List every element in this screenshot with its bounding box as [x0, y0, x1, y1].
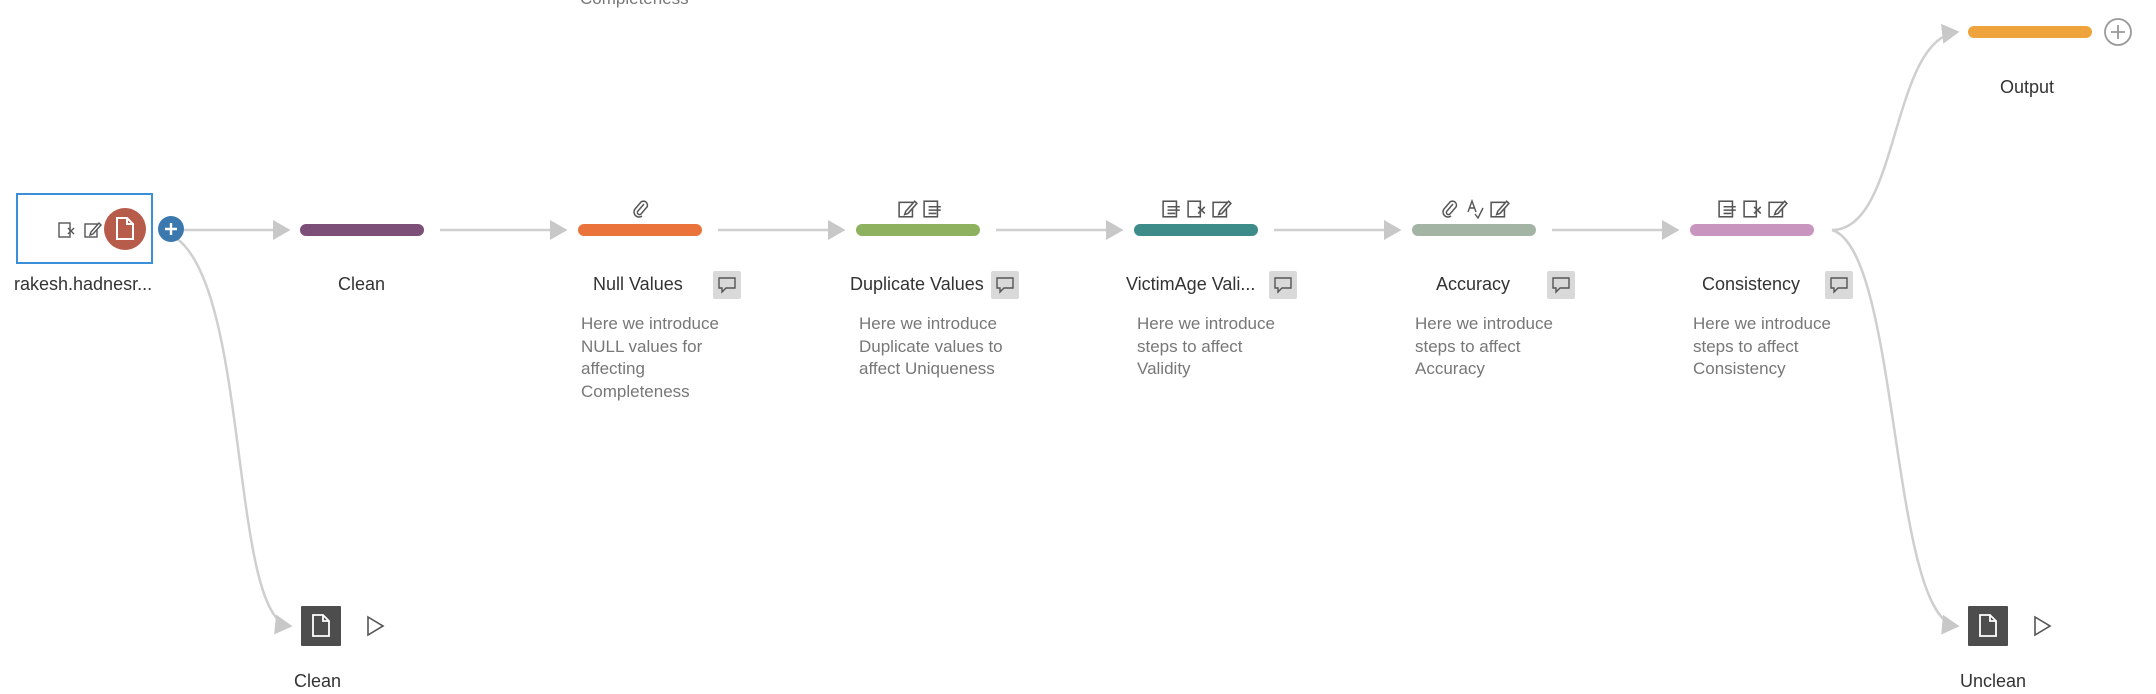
run-icon[interactable] — [2033, 615, 2053, 637]
list-icon[interactable] — [1162, 199, 1182, 219]
remove-field-icon[interactable] — [1743, 199, 1763, 219]
step-consistency-description: Here we introduce steps to affect Consis… — [1693, 314, 1831, 378]
step-victimage-validity-label: VictimAge Vali... — [1126, 274, 1256, 294]
step-duplicate-values-bar[interactable] — [856, 224, 980, 236]
edit-icon[interactable] — [1768, 199, 1788, 219]
clipped-description: Completeness — [580, 0, 689, 9]
comment-icon — [1552, 277, 1570, 294]
output-node-unclean[interactable] — [1968, 606, 2008, 646]
step-null-values-description: Here we introduce NULL values for affect… — [581, 314, 719, 401]
comment-button[interactable] — [713, 271, 741, 299]
step-clean-label: Clean — [338, 274, 386, 294]
step-null-values-label: Null Values — [593, 274, 683, 294]
step-clean-bar[interactable] — [300, 224, 424, 236]
step-accuracy-bar[interactable] — [1412, 224, 1536, 236]
output-node-clean[interactable] — [301, 606, 341, 646]
step-consistency-bar[interactable] — [1690, 224, 1814, 236]
step-output-label: Output — [2000, 77, 2055, 97]
run-icon[interactable] — [366, 615, 386, 637]
step-victimage-validity-description: Here we introduce steps to affect Validi… — [1137, 314, 1275, 378]
comment-button[interactable] — [1547, 271, 1575, 299]
add-step-button[interactable] — [158, 216, 184, 242]
file-icon — [1979, 614, 1997, 637]
comment-button[interactable] — [991, 271, 1019, 299]
comment-icon — [1274, 277, 1292, 294]
edit-icon[interactable] — [84, 221, 102, 239]
plus-icon — [165, 223, 177, 235]
edit-icon[interactable] — [898, 199, 918, 219]
step-consistency-label: Consistency — [1702, 274, 1801, 294]
paperclip-icon[interactable] — [1440, 199, 1460, 219]
comment-button[interactable] — [1269, 271, 1297, 299]
comment-icon — [718, 277, 736, 294]
step-accuracy-icons — [1440, 198, 1510, 220]
comment-icon — [1830, 277, 1848, 294]
step-duplicate-values-icons — [898, 198, 943, 220]
connector — [1831, 23, 1960, 232]
file-icon — [312, 614, 330, 637]
step-accuracy-description: Here we introduce steps to affect Accura… — [1415, 314, 1553, 378]
step-consistency-icons — [1718, 198, 1788, 220]
output-unclean-label: Unclean — [1960, 671, 2027, 691]
step-victimage-validity-icons — [1162, 198, 1232, 220]
file-icon — [116, 217, 134, 240]
step-null-values-bar[interactable] — [578, 224, 702, 236]
comment-button[interactable] — [1825, 271, 1853, 299]
step-accuracy-label: Accuracy — [1436, 274, 1511, 294]
list-icon[interactable] — [923, 199, 943, 219]
paperclip-icon[interactable] — [632, 199, 650, 219]
step-duplicate-values-description: Here we introduce Duplicate values to af… — [859, 314, 1003, 378]
spell-icon[interactable] — [1465, 199, 1485, 219]
remove-field-icon[interactable] — [58, 221, 76, 239]
edit-icon[interactable] — [1212, 199, 1232, 219]
edit-icon[interactable] — [1490, 199, 1510, 219]
file-icon-badge[interactable] — [104, 208, 146, 250]
step-duplicate-values-label: Duplicate Values — [850, 274, 984, 294]
connector — [175, 236, 293, 635]
step-output-bar[interactable] — [1968, 26, 2092, 38]
step-null-values-icons — [632, 198, 650, 220]
step-victimage-validity-bar[interactable] — [1134, 224, 1258, 236]
comment-icon — [996, 277, 1014, 294]
list-icon[interactable] — [1718, 199, 1738, 219]
input-node-label: rakesh.hadnesr... — [14, 274, 153, 294]
remove-field-icon[interactable] — [1187, 199, 1207, 219]
add-step-circle-icon[interactable] — [2103, 17, 2133, 47]
output-clean-label: Clean — [294, 671, 342, 691]
